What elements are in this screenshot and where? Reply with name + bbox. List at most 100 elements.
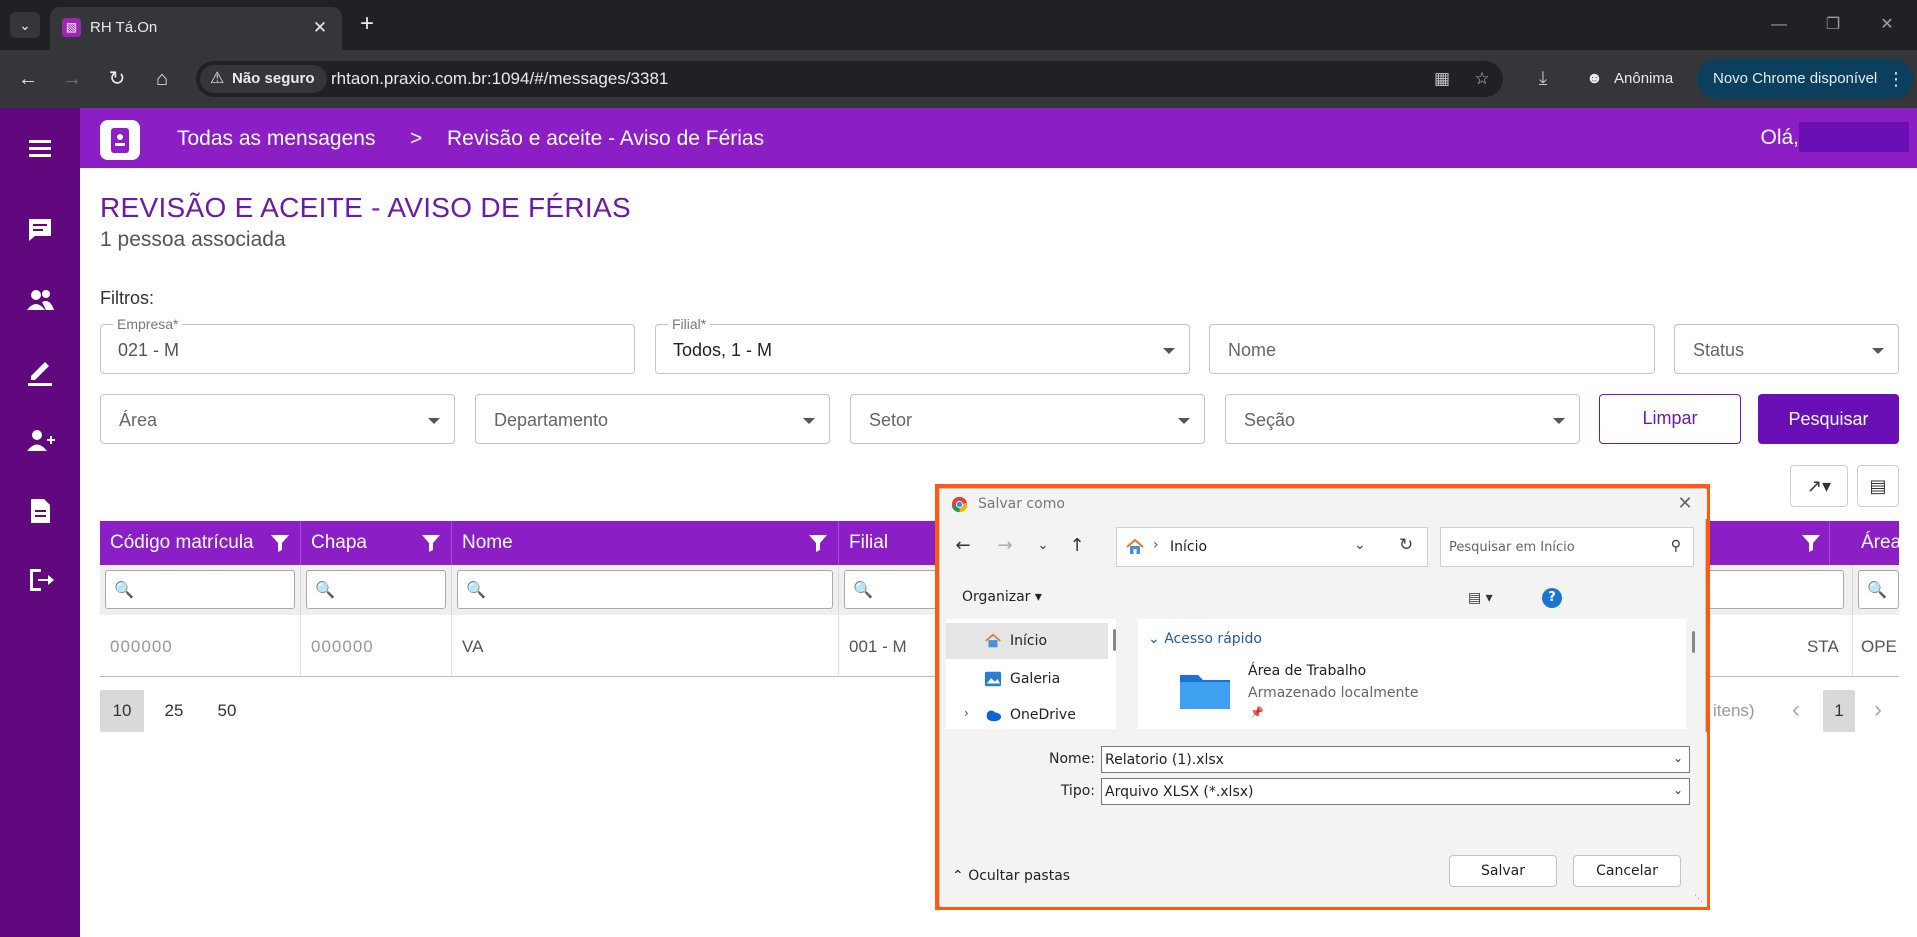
- kebab-menu-icon[interactable]: ⋮: [1887, 59, 1905, 99]
- clear-button[interactable]: Limpar: [1599, 394, 1741, 444]
- filter-funnel-icon[interactable]: [1801, 533, 1821, 553]
- next-page-chevron-icon[interactable]: ›: [1863, 690, 1893, 732]
- recent-locations-chevron-icon[interactable]: ⌄: [1028, 531, 1058, 561]
- help-icon[interactable]: ?: [1542, 588, 1562, 608]
- app-logo-icon[interactable]: [100, 120, 140, 160]
- nome-filter-input[interactable]: 🔍: [457, 570, 833, 609]
- setor-select[interactable]: Setor: [850, 394, 1205, 444]
- file-list-scrollbar[interactable]: [1692, 631, 1695, 653]
- back-arrow-icon[interactable]: ←: [12, 63, 44, 95]
- security-chip[interactable]: ⚠ Não seguro: [200, 65, 327, 93]
- edit-pencil-icon[interactable]: [20, 351, 60, 391]
- dialog-forward-icon[interactable]: →: [990, 531, 1020, 561]
- secao-placeholder: Seção: [1244, 410, 1296, 430]
- save-as-dialog: Salvar como ✕ ← → ⌄ ↑ › Início ⌄ ↻ Pesqu…: [939, 488, 1707, 907]
- messages-icon[interactable]: [20, 210, 60, 250]
- reload-icon[interactable]: ↻: [101, 63, 133, 95]
- expand-chevron-icon[interactable]: ›: [964, 706, 969, 720]
- breadcrumb-root[interactable]: Todas as mensagens: [177, 127, 375, 151]
- nome-input[interactable]: Nome: [1209, 324, 1655, 374]
- bookmark-star-icon[interactable]: ☆: [1470, 67, 1494, 91]
- column-chooser-icon[interactable]: ▤: [1857, 465, 1899, 507]
- codigo-filter-input[interactable]: 🔍: [105, 570, 295, 609]
- nav-item-inicio[interactable]: Início: [946, 623, 1108, 659]
- cancel-button[interactable]: Cancelar: [1573, 855, 1681, 887]
- forward-arrow-icon[interactable]: →: [56, 63, 88, 95]
- refresh-icon[interactable]: ↻: [1399, 535, 1413, 555]
- user-name-redacted[interactable]: [1799, 122, 1909, 152]
- incognito-chip[interactable]: ☻ Anônima: [1574, 64, 1687, 94]
- add-user-icon[interactable]: [20, 421, 60, 461]
- filter-funnel-icon[interactable]: [270, 533, 290, 553]
- dialog-address-bar[interactable]: › Início ⌄ ↻: [1116, 527, 1428, 567]
- page-size-25[interactable]: 25: [152, 690, 196, 732]
- nav-item-onedrive[interactable]: › OneDrive: [946, 697, 1108, 733]
- view-options-icon[interactable]: ▤ ▾: [1468, 586, 1510, 610]
- filetype-select[interactable]: Arquivo XLSX (*.xlsx) ⌄: [1101, 778, 1690, 805]
- area-select[interactable]: Área: [100, 394, 455, 444]
- nav-pane-scrollbar[interactable]: [1113, 629, 1116, 651]
- update-label: Novo Chrome disponível: [1713, 70, 1878, 87]
- filename-input[interactable]: Relatorio (1).xlsx ⌄: [1101, 746, 1690, 773]
- not-secure-label: Não seguro: [232, 70, 315, 87]
- tab-close-icon[interactable]: ✕: [308, 16, 332, 40]
- resize-grip-icon[interactable]: ⋱: [1694, 894, 1704, 904]
- url-text[interactable]: rhtaon.praxio.com.br:1094/#/messages/338…: [331, 69, 668, 89]
- search-icon: 🔍: [853, 582, 873, 599]
- quick-access-header[interactable]: ⌄ Acesso rápido: [1148, 631, 1262, 647]
- dialog-search-input[interactable]: Pesquisar em Início ⚲: [1440, 527, 1694, 567]
- onedrive-cloud-icon: [986, 710, 1002, 722]
- column-header-codigo[interactable]: Código matrícula: [100, 521, 301, 565]
- hide-folders-toggle[interactable]: ⌃ Ocultar pastas: [952, 868, 1070, 884]
- column-label: Filial: [849, 532, 889, 553]
- dropdown-chevron-icon[interactable]: ⌄: [1673, 751, 1683, 765]
- window-minimize-icon[interactable]: —: [1756, 8, 1802, 42]
- chrome-update-chip[interactable]: Novo Chrome disponível ⋮: [1697, 59, 1913, 99]
- dialog-back-icon[interactable]: ←: [948, 531, 978, 561]
- incognito-label: Anônima: [1614, 70, 1674, 87]
- column-label: Chapa: [311, 532, 367, 553]
- prev-page-chevron-icon[interactable]: ‹: [1781, 690, 1811, 732]
- home-icon[interactable]: ⌂: [146, 63, 178, 95]
- filial-select[interactable]: Filial* Todos, 1 - M: [655, 316, 1190, 374]
- departamento-placeholder: Departamento: [494, 410, 609, 430]
- tab-search-chevron-icon[interactable]: ⌄: [10, 12, 40, 38]
- people-group-icon[interactable]: [20, 280, 60, 320]
- window-restore-icon[interactable]: ❐: [1810, 8, 1856, 42]
- nav-item-galeria[interactable]: Galeria: [946, 661, 1108, 697]
- departamento-select[interactable]: Departamento: [475, 394, 830, 444]
- address-bar[interactable]: ⚠ Não seguro rhtaon.praxio.com.br:1094/#…: [196, 61, 1503, 97]
- codigo-value: 000000: [110, 637, 173, 656]
- translate-icon[interactable]: ▦: [1430, 67, 1454, 91]
- folder-name[interactable]: Área de Trabalho: [1248, 663, 1366, 679]
- folder-icon[interactable]: [1178, 669, 1232, 711]
- browser-tab-active[interactable]: ▧ RH Tá.On ✕: [50, 7, 342, 50]
- column-header-nome[interactable]: Nome: [452, 521, 839, 565]
- dialog-close-icon[interactable]: ✕: [1673, 492, 1697, 516]
- address-dropdown-chevron-icon[interactable]: ⌄: [1354, 537, 1366, 553]
- hamburger-menu-icon[interactable]: [20, 128, 60, 168]
- new-tab-plus-icon[interactable]: +: [352, 10, 382, 40]
- page-size-50[interactable]: 50: [205, 690, 249, 732]
- chapa-filter-input[interactable]: 🔍: [306, 570, 446, 609]
- downloads-icon[interactable]: ⤓: [1527, 63, 1559, 95]
- chrome-logo-icon: [951, 496, 968, 513]
- filter-funnel-icon[interactable]: [421, 533, 441, 553]
- search-button[interactable]: Pesquisar: [1758, 394, 1899, 444]
- empresa-field[interactable]: Empresa* 021 - M: [100, 316, 635, 374]
- column-header-chapa[interactable]: Chapa: [301, 521, 452, 565]
- export-menu-icon[interactable]: ↗▾: [1790, 465, 1848, 507]
- save-button[interactable]: Salvar: [1449, 855, 1557, 887]
- secao-select[interactable]: Seção: [1225, 394, 1580, 444]
- up-folder-icon[interactable]: ↑: [1062, 531, 1092, 561]
- current-page-button[interactable]: 1: [1823, 690, 1855, 732]
- organize-menu[interactable]: Organizar ▾: [962, 589, 1042, 605]
- status-select[interactable]: Status: [1674, 324, 1899, 374]
- window-close-icon[interactable]: ✕: [1864, 8, 1910, 42]
- filter-funnel-icon[interactable]: [808, 533, 828, 553]
- area-filter-input[interactable]: 🔍: [1858, 570, 1899, 609]
- column-header-area[interactable]: Área: [1853, 521, 1901, 565]
- page-size-10[interactable]: 10: [100, 690, 144, 732]
- document-icon[interactable]: [20, 491, 60, 531]
- logout-icon[interactable]: [20, 560, 60, 600]
